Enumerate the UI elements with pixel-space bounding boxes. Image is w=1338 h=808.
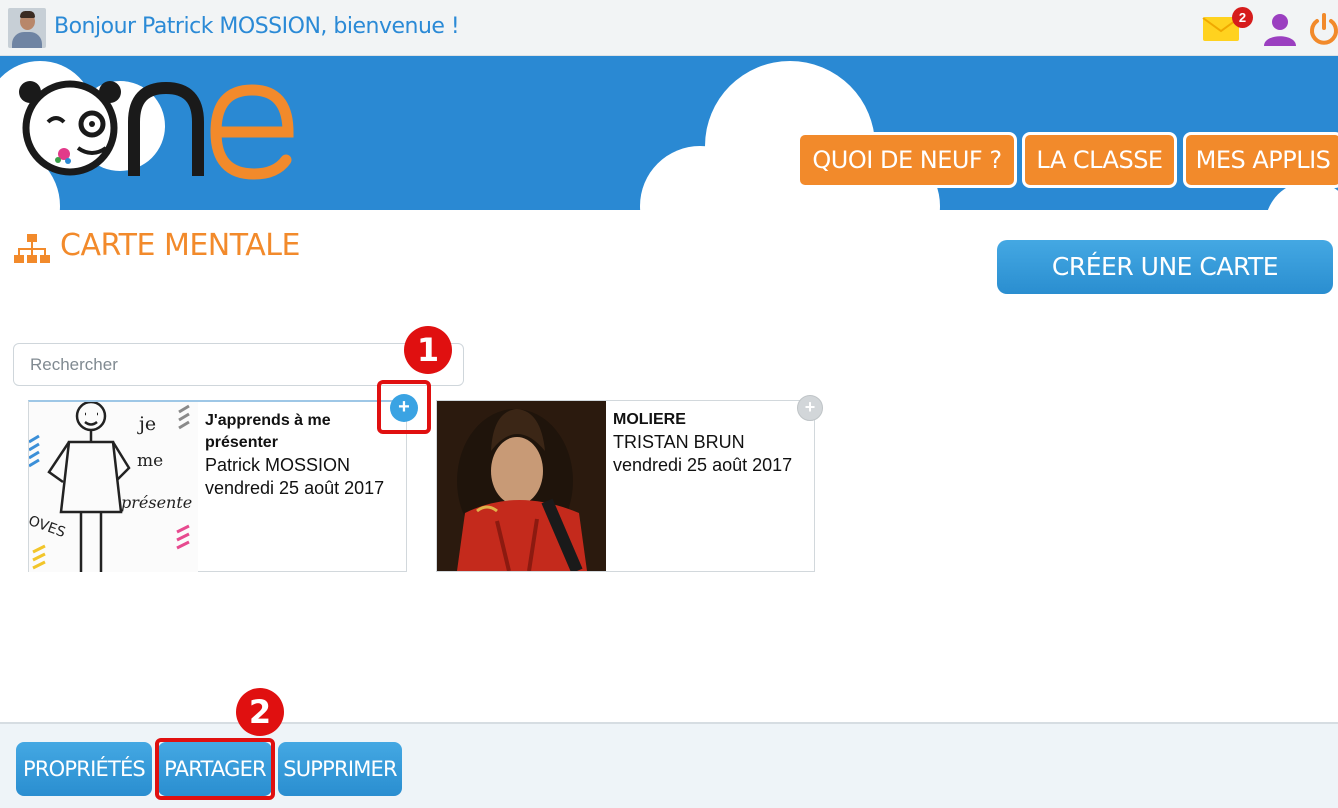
card-author: TRISTAN BRUN [613, 432, 745, 452]
delete-button[interactable]: SUPPRIMER [278, 742, 402, 796]
page-title: CARTE MENTALE [60, 228, 300, 263]
card-date: vendredi 25 août 2017 [613, 455, 793, 475]
select-card-button[interactable]: + [797, 395, 823, 421]
card-date: vendredi 25 août 2017 [205, 478, 385, 498]
card-thumbnail: je me présente OVES [29, 402, 198, 572]
top-bar: Bonjour Patrick MOSSION, bienvenue ! 2 [0, 0, 1338, 56]
properties-button[interactable]: PROPRIÉTÉS [16, 742, 152, 796]
svg-text:je: je [137, 413, 156, 435]
highlight-box [377, 380, 431, 434]
power-icon[interactable] [1308, 12, 1338, 46]
welcome-message: Bonjour Patrick MOSSION, bienvenue ! [54, 14, 460, 39]
mindmap-card[interactable]: MOLIERE TRISTAN BRUN vendredi 25 août 20… [436, 400, 815, 572]
action-bar: PROPRIÉTÉS PARTAGER SUPPRIMER [0, 722, 1338, 808]
create-mindmap-button[interactable]: CRÉER UNE CARTE MENTALE [997, 240, 1333, 335]
svg-text:présente: présente [121, 493, 192, 512]
nav-mes-applis[interactable]: MES APPLIS [1183, 132, 1338, 188]
mail-count-badge: 2 [1232, 7, 1253, 28]
card-author: Patrick MOSSION [205, 455, 351, 475]
user-icon[interactable] [1262, 12, 1298, 46]
card-title: J'apprends à me présenter [205, 412, 331, 451]
sitemap-icon [14, 234, 50, 263]
main-content: CARTE MENTALE CRÉER UNE CARTE MENTALE je… [0, 212, 1338, 724]
mindmap-card[interactable]: je me présente OVES J'apprends à me prés… [28, 400, 407, 572]
card-thumbnail [437, 401, 606, 571]
app-header: QUOI DE NEUF ? LA CLASSE MES APPLIS [0, 56, 1338, 212]
step-marker: 1 [404, 326, 452, 374]
svg-text:me: me [137, 451, 163, 471]
card-title: MOLIERE [613, 411, 686, 428]
avatar[interactable] [8, 8, 46, 48]
highlight-box [155, 738, 275, 800]
nav-quoi-de-neuf[interactable]: QUOI DE NEUF ? [797, 132, 1017, 188]
step-marker: 2 [236, 688, 284, 736]
nav-la-classe[interactable]: LA CLASSE [1022, 132, 1177, 188]
one-logo[interactable] [18, 62, 308, 192]
